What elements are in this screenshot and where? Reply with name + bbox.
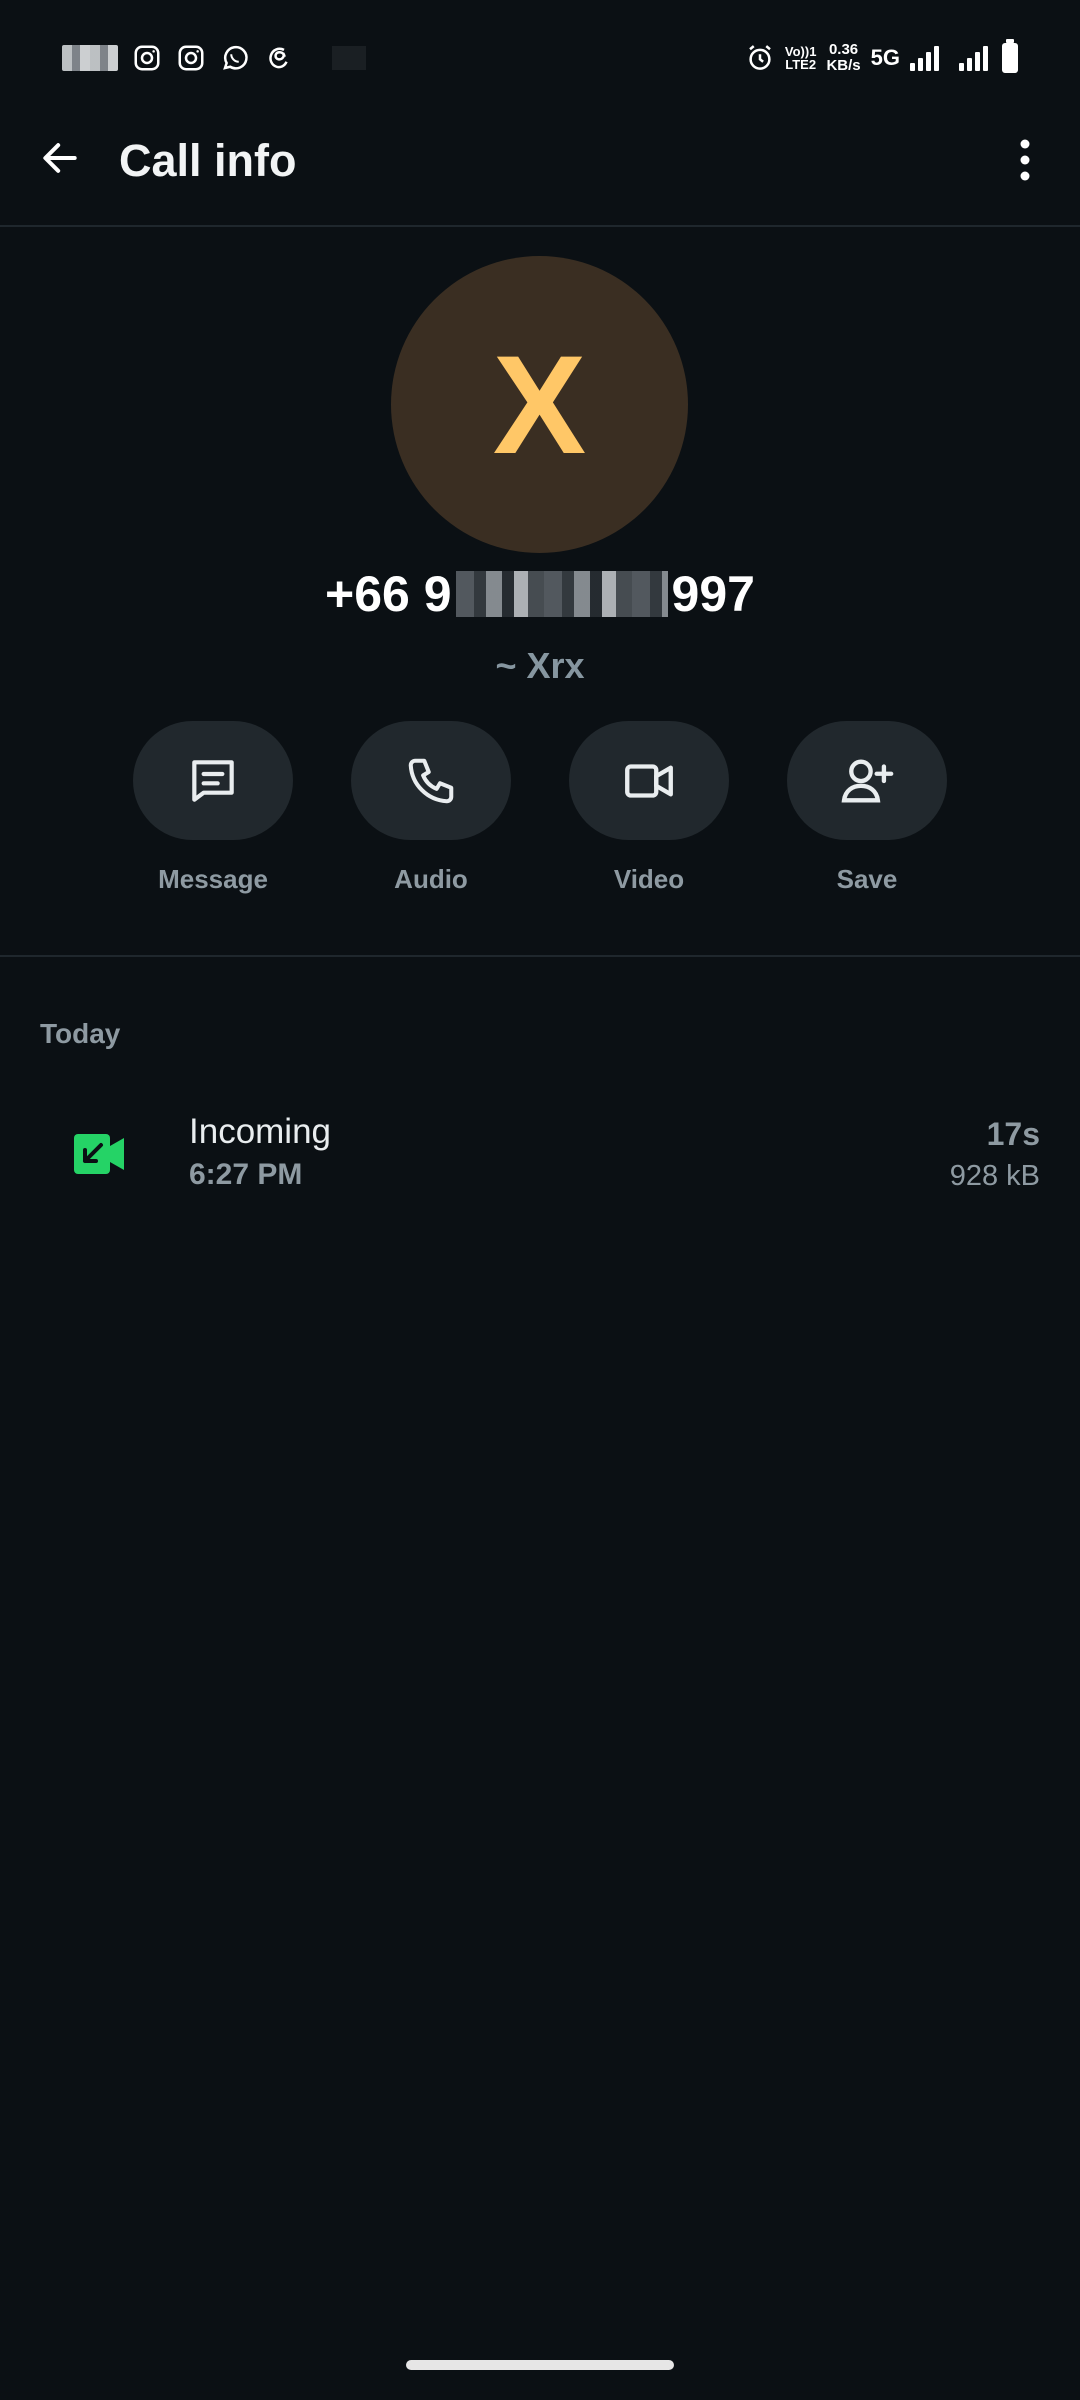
network-speed: 0.36 KB/s (826, 41, 861, 74)
signal-icon (910, 45, 939, 71)
avatar-letter: X (492, 325, 587, 483)
arrow-left-icon (43, 143, 77, 173)
audio-label: Audio (394, 864, 468, 894)
home-indicator[interactable] (406, 2360, 674, 2370)
signal-icon (959, 45, 988, 71)
video-label: Video (613, 864, 685, 894)
message-icon (192, 759, 234, 802)
status-bar: Vo))1 LTE2 0.36 KB/s 5G (0, 0, 1080, 115)
section-divider (0, 955, 1080, 957)
more-vertical-icon (1020, 139, 1030, 181)
call-info-screen: Vo))1 LTE2 0.36 KB/s 5G Call info X +66 … (0, 0, 1080, 2400)
status-right: Vo))1 LTE2 0.36 KB/s 5G (745, 38, 1018, 78)
save-action: Save (787, 721, 947, 901)
audio-action: Audio (351, 721, 511, 901)
video-call-button[interactable] (569, 721, 729, 840)
instagram-icon (176, 43, 206, 73)
clock-redacted (62, 45, 118, 71)
action-buttons: Message Audio Video Save (133, 721, 947, 901)
volte-indicator: Vo))1 LTE2 (784, 44, 817, 72)
audio-call-button[interactable] (351, 721, 511, 840)
whatsapp-icon (220, 43, 250, 73)
avatar[interactable]: X (391, 256, 688, 553)
message-button[interactable] (133, 721, 293, 840)
message-action: Message (133, 721, 293, 901)
incoming-video-call-icon (74, 1134, 124, 1174)
add-contact-icon (841, 758, 894, 803)
header-divider (0, 225, 1080, 227)
back-button[interactable] (30, 128, 90, 188)
call-type: Incoming (189, 1112, 332, 1151)
save-contact-button[interactable] (787, 721, 947, 840)
network-type: 5G (870, 45, 900, 70)
save-label: Save (836, 864, 898, 894)
page-title: Call info (119, 135, 297, 186)
more-options-button[interactable] (1000, 130, 1050, 190)
call-data-size: 928 kB (949, 1160, 1040, 1192)
call-log-item[interactable]: Incoming 6:27 PM 17s 928 kB (0, 1100, 1080, 1210)
phone-icon (408, 758, 454, 803)
phone-redacted (455, 571, 668, 617)
video-action: Video (569, 721, 729, 901)
battery-icon (1002, 39, 1018, 73)
phone-prefix: +66 9 (325, 566, 452, 622)
phone-suffix: 997 (671, 566, 755, 622)
threads-icon (264, 43, 294, 73)
instagram-icon (132, 43, 162, 73)
contact-alias: ~ Xrx (495, 645, 585, 686)
call-duration: 17s (986, 1116, 1040, 1152)
section-header-today: Today (40, 1018, 121, 1049)
call-time: 6:27 PM (189, 1158, 303, 1191)
phone-number: +66 9 997 (0, 565, 1080, 623)
notification-placeholder (332, 46, 366, 70)
status-left (62, 40, 366, 76)
message-label: Message (158, 864, 268, 894)
video-icon (625, 763, 673, 798)
alarm-icon (745, 43, 775, 73)
app-bar: Call info (0, 115, 1080, 225)
